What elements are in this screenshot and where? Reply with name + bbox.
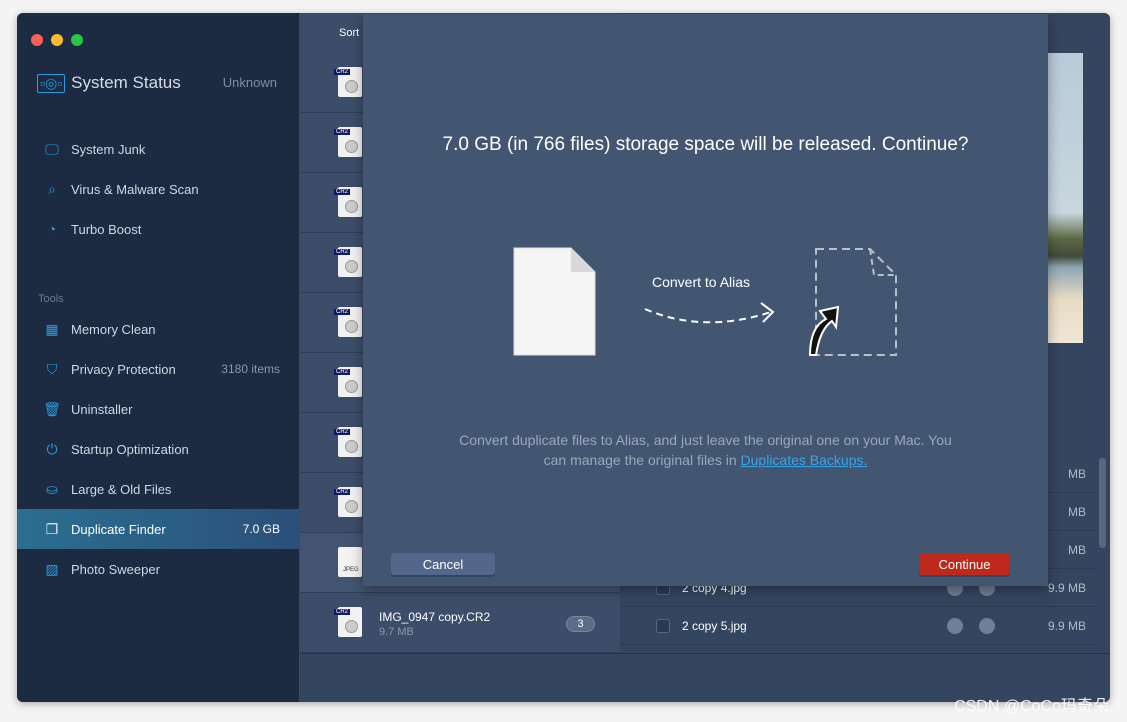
cr2-file-icon: CR2 [334,487,362,517]
app-window: ▫◎▫ System Status Unknown 🖵 System Junk ⌕… [17,13,1110,702]
system-status-icon: ▫◎▫ [37,73,66,93]
file-size: MB [1068,505,1086,519]
reveal-in-finder-icon[interactable] [947,618,963,634]
memory-chip-icon: ▦ [45,320,59,337]
cr2-file-icon: CR2 [334,127,362,157]
dashed-arrow-icon [644,302,775,324]
scrollbar[interactable] [1099,458,1106,548]
sidebar-item-startup-optimization[interactable]: ⏻ Startup Optimization [17,429,300,469]
duplicate-count-badge: 3 [566,616,595,632]
badge: 7.0 GB [242,522,280,536]
dialog-title: 7.0 GB (in 766 files) storage space will… [442,134,969,155]
cr2-file-icon: CR2 [334,367,362,397]
original-file-icon [513,247,596,356]
alias-file-icon [808,248,897,356]
file-size: 9.9 MB [1047,619,1086,633]
sidebar-item-memory-clean[interactable]: ▦ Memory Clean [17,309,300,349]
photo-icon: ▨ [45,560,59,577]
duplicates-backups-link[interactable]: Duplicates Backups. [741,452,868,468]
sidebar-item-uninstaller[interactable]: 🗑 Uninstaller [17,389,300,429]
cr2-file-icon: CR2 [334,307,362,337]
sidebar-item-privacy-protection[interactable]: ⛉ Privacy Protection 3180 items [17,349,300,389]
label: Virus & Malware Scan [71,181,199,197]
system-status-value: Unknown [222,75,277,90]
label: Duplicate Finder [71,521,166,537]
sidebar-item-turbo-boost[interactable]: ◔ Turbo Boost [17,209,300,249]
label: Startup Optimization [71,441,189,457]
description-text: Convert duplicate files to Alias, and ju… [459,432,952,468]
label: Privacy Protection [71,361,176,377]
jpeg-file-icon: JPEG [338,547,362,577]
power-icon: ⏻ [46,440,58,457]
sidebar-item-large-old-files[interactable]: ⛀ Large & Old Files [17,469,300,509]
sidebar-item-duplicate-finder[interactable]: ❐ Duplicate Finder 7.0 GB [17,509,300,549]
minimize-window-button[interactable] [51,34,63,46]
preview-eye-icon[interactable] [979,618,995,634]
sort-button[interactable]: Sort [339,27,359,39]
file-size: MB [1068,543,1086,557]
zoom-window-button[interactable] [71,34,83,46]
cr2-file-icon: CR2 [334,187,362,217]
list-item[interactable]: CR2 IMG_0947 copy.CR2 9.7 MB 3 [300,593,620,653]
photo-preview [1048,53,1083,343]
convert-alias-dialog: 7.0 GB (in 766 files) storage space will… [363,14,1048,586]
cr2-file-icon: CR2 [334,67,362,97]
folders-icon: ❐ [45,520,59,537]
cancel-button[interactable]: Cancel [391,553,495,575]
convert-to-alias-label: Convert to Alias [652,274,751,290]
file-name: IMG_0947 copy.CR2 [379,610,491,624]
label: Uninstaller [71,401,133,417]
cr2-file-icon: CR2 [334,607,362,637]
sidebar: ▫◎▫ System Status Unknown 🖵 System Junk ⌕… [17,13,300,702]
sidebar-item-photo-sweeper[interactable]: ▨ Photo Sweeper [17,549,300,589]
watermark: CSDN @CoCo玛奇朵 [954,698,1109,715]
sidebar-item-system-junk[interactable]: 🖵 System Junk [17,129,300,169]
file-size: 9.9 MB [1047,581,1086,595]
label: System Junk [71,141,146,157]
file-size: MB [1068,467,1086,481]
duplicate-file-row[interactable]: 2 copy 5.jpg 9.9 MB [620,607,1096,645]
label: Photo Sweeper [71,561,160,577]
monitor-icon: 🖵 [45,140,59,157]
sidebar-item-virus-scan[interactable]: ⌕ Virus & Malware Scan [17,169,300,209]
label: Turbo Boost [71,221,142,237]
tools-heading: Tools [38,293,64,305]
box-icon: ⛀ [46,480,58,497]
file-name: 2 copy 5.jpg [682,619,747,633]
laptop-search-icon: ⌕ [48,180,56,197]
cr2-file-icon: CR2 [334,247,362,277]
close-window-button[interactable] [31,34,43,46]
speedometer-icon: ◔ [47,221,57,237]
cr2-file-icon: CR2 [334,427,362,457]
shield-icon: ⛉ [46,360,58,377]
trash-icon: 🗑 [43,400,61,417]
system-status-title: System Status [71,73,181,92]
continue-button[interactable]: Continue [919,553,1010,575]
badge: 3180 items [221,362,280,376]
label: Large & Old Files [71,481,172,497]
file-checkbox[interactable] [656,619,670,633]
label: Memory Clean [71,321,156,337]
file-size: 9.7 MB [379,626,414,638]
system-status[interactable]: ▫◎▫ System Status [37,73,181,93]
dialog-description: Convert duplicate files to Alias, and ju… [453,430,958,470]
